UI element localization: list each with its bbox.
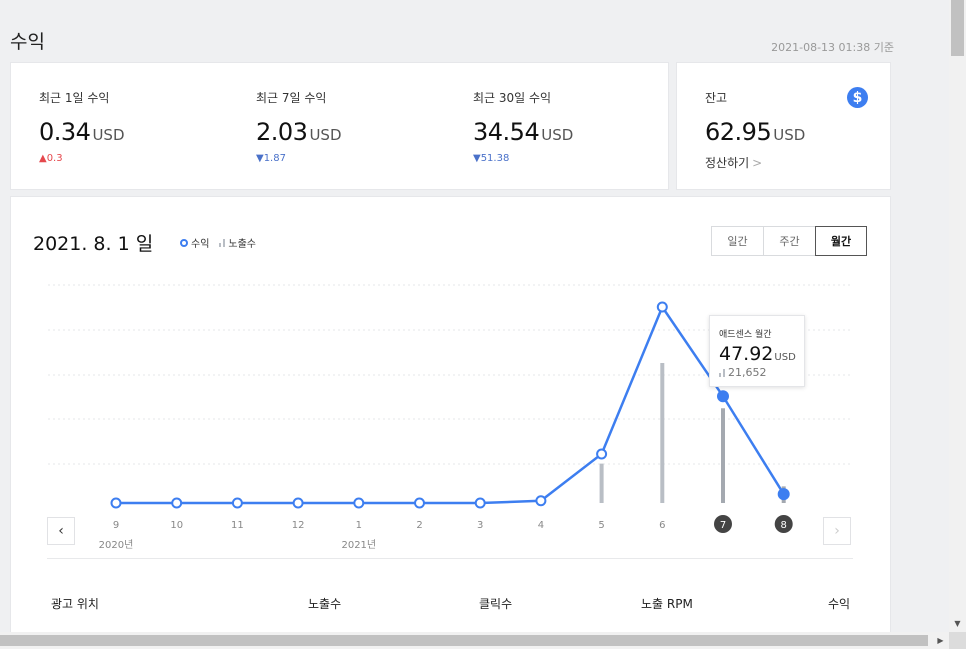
revenue-point [231,497,243,509]
x-tick-label: 10 [170,520,183,531]
page-title: 수익 [10,31,45,53]
vertical-scrollbar[interactable]: ▼ [949,0,966,632]
tooltip-value: 47.92 [719,343,774,365]
revenue-point [292,497,304,509]
stat-value: 0.34 [39,118,91,146]
tooltip-unit: USD [774,352,796,363]
x-tick-label: 12 [292,520,305,531]
impression-bar [599,463,604,503]
th-ad-position[interactable]: 광고 위치 [51,595,99,612]
prev-period-button[interactable]: ‹ [47,517,75,545]
balance-card: 잔고 62.95 USD 정산하기 > $ [676,62,891,190]
revenue-point [535,495,547,507]
settle-label: 정산하기 [705,156,750,170]
tooltip-impressions: 21,652 [728,366,767,379]
scroll-down-icon[interactable]: ▼ [949,615,966,632]
x-tick-label: 2 [416,520,422,531]
revenue-point [171,497,183,509]
dollar-icon: $ [847,87,868,108]
chevron-right-icon: > [752,156,763,170]
impression-bar [660,363,665,503]
stat-label: 최근 7일 수익 [256,91,327,105]
revenue-line [116,304,785,505]
year-label: 2021년 [341,539,376,551]
stat-label: 최근 1일 수익 [39,91,110,105]
stat-value: 2.03 [256,118,308,146]
x-tick-label: 8 [781,520,787,531]
revenue-point [110,497,122,509]
x-tick-label: 9 [113,520,119,531]
stat-value: 34.54 [473,118,540,146]
chart-card: 2021. 8. 1 일 수익 노출수 일간 주간 월간 9 10 11 12 1 2 3 4… [10,196,891,649]
year-label: 2020년 [99,539,134,551]
balance-stat: 잔고 62.95 USD 정산하기 > [705,89,805,171]
revenue-point [717,390,729,403]
revenue-point [474,497,486,509]
scrollbar-thumb[interactable] [951,0,964,56]
th-rpm[interactable]: 노출 RPM [641,595,693,612]
horizontal-scrollbar[interactable]: ▶ [0,632,966,649]
th-clicks[interactable]: 클릭수 [479,595,512,612]
impression-bar [721,408,725,503]
x-tick-label: 11 [231,520,244,531]
stat-delta: ▼1.87 [256,153,286,164]
stat-unit: USD [92,126,125,144]
stat-delta: ▲0.3 [39,153,63,164]
revenue-point [414,497,425,509]
scroll-right-icon[interactable]: ▶ [932,632,949,649]
bar-chart-icon [719,368,725,377]
updated-timestamp: 2021-08-13 01:38 기준 [771,41,894,54]
scroll-corner [949,632,966,649]
stat-7day: 최근 7일 수익 2.03 USD ▼1.87 [256,89,342,164]
x-tick-label: 4 [538,520,544,531]
tooltip-title: 애드센스 월간 [719,330,772,340]
x-tick-label: 6 [659,520,665,531]
next-period-button[interactable]: › [823,517,851,545]
revenue-point [596,448,608,460]
table-divider [47,558,853,559]
stat-unit: USD [541,126,574,144]
balance-label: 잔고 [705,91,728,105]
summary-card: 최근 1일 수익 0.34 USD ▲0.3 최근 7일 수익 2.03 USD ▼… [10,62,669,190]
balance-unit: USD [773,126,806,144]
revenue-point [353,497,365,509]
chart-tooltip: 애드센스 월간 47.92USD 21,652 [709,315,805,387]
stat-delta: ▼51.38 [473,153,510,164]
stat-1day: 최근 1일 수익 0.34 USD ▲0.3 [39,89,125,164]
balance-value: 62.95 [705,118,772,146]
x-tick-label: 5 [598,520,604,531]
x-tick-label: 7 [720,520,726,531]
th-impressions[interactable]: 노출수 [308,595,341,612]
settle-link[interactable]: 정산하기 > [705,154,805,171]
stat-unit: USD [309,126,342,144]
stat-label: 최근 30일 수익 [473,91,552,105]
th-revenue[interactable]: 수익 [828,595,850,612]
x-tick-label: 1 [356,520,362,531]
x-tick-label: 3 [477,520,483,531]
revenue-point [777,488,790,501]
stat-30day: 최근 30일 수익 34.54 USD ▼51.38 [473,89,573,164]
scrollbar-thumb[interactable] [0,635,928,646]
revenue-point [656,301,668,313]
